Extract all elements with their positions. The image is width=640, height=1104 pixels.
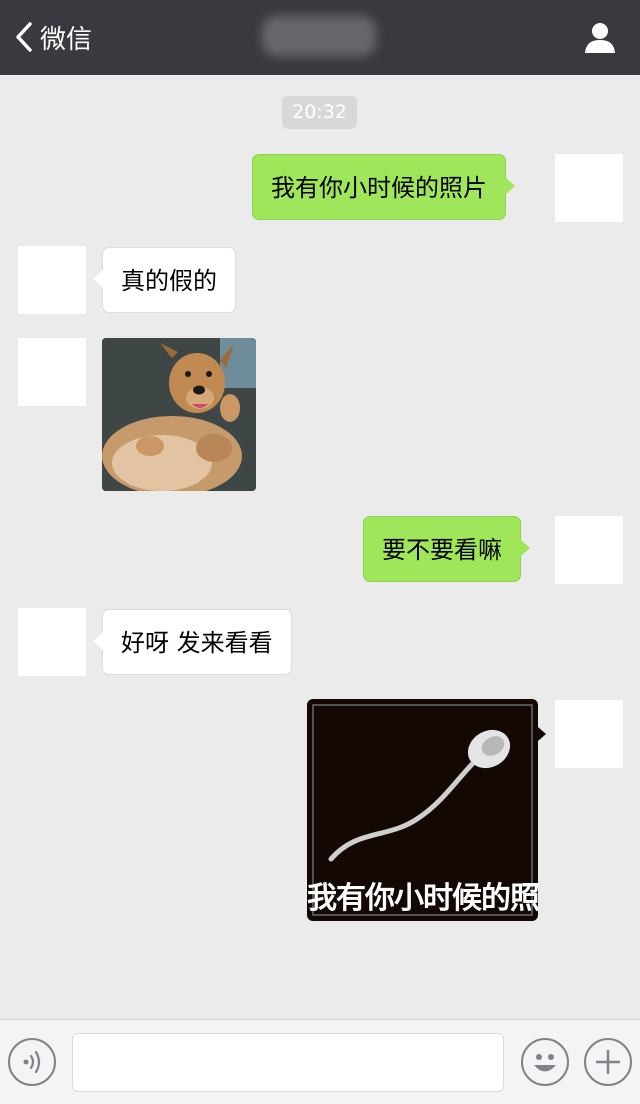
message-input-bar bbox=[0, 1019, 640, 1104]
chat-title-blurred bbox=[262, 16, 376, 56]
dog-photo bbox=[102, 338, 256, 491]
nav-bar: 微信 bbox=[0, 0, 640, 75]
message-bubble-received[interactable]: 好呀 发来看看 bbox=[93, 609, 292, 675]
person-icon bbox=[585, 23, 615, 53]
bubble-tail bbox=[538, 727, 546, 741]
avatar-self[interactable] bbox=[555, 700, 623, 768]
back-label: 微信 bbox=[40, 24, 93, 55]
plus-icon bbox=[596, 1050, 620, 1074]
meme-caption: 我有你小时候的照片 bbox=[307, 881, 538, 916]
message-bubble-sent[interactable]: 要不要看嘛 bbox=[363, 516, 530, 582]
message-bubble-received[interactable]: 真的假的 bbox=[93, 247, 236, 313]
chevron-left-icon bbox=[16, 22, 32, 52]
emoji-icon bbox=[534, 1054, 556, 1072]
voice-icon bbox=[23, 1050, 41, 1074]
image-message-meme[interactable]: 我有你小时候的照片 bbox=[307, 699, 538, 921]
back-button[interactable]: 微信 bbox=[14, 17, 92, 57]
voice-button[interactable] bbox=[8, 1038, 56, 1086]
chat-info-button[interactable] bbox=[582, 20, 618, 56]
avatar-contact[interactable] bbox=[18, 608, 86, 676]
message-timestamp: 20:32 bbox=[282, 96, 357, 129]
avatar-contact[interactable] bbox=[18, 246, 86, 314]
message-bubble-sent[interactable]: 我有你小时候的照片 bbox=[252, 154, 515, 220]
message-text-input[interactable] bbox=[72, 1033, 504, 1092]
image-message-dog[interactable] bbox=[102, 338, 256, 491]
emoji-button[interactable] bbox=[521, 1038, 569, 1086]
avatar-self[interactable] bbox=[555, 154, 623, 222]
avatar-self[interactable] bbox=[555, 516, 623, 584]
avatar-contact[interactable] bbox=[18, 338, 86, 406]
more-button[interactable] bbox=[584, 1038, 632, 1086]
